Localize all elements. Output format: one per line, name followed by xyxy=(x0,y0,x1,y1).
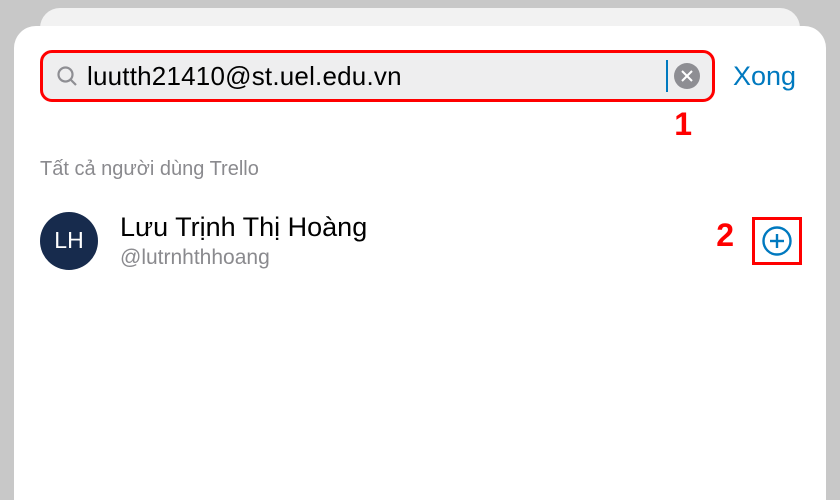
avatar: LH xyxy=(40,212,98,270)
user-name: Lưu Trịnh Thị Hoàng xyxy=(120,211,752,243)
close-icon xyxy=(681,70,693,82)
invite-modal: Xong 1 Tất cả người dùng Trello LH Lưu T… xyxy=(14,26,826,500)
annotation-marker-1: 1 xyxy=(674,106,692,143)
annotation-marker-2: 2 xyxy=(716,217,734,254)
search-row: Xong 1 xyxy=(40,50,800,102)
add-button-highlight xyxy=(752,217,802,265)
search-input[interactable] xyxy=(79,61,674,92)
add-user-button[interactable] xyxy=(761,225,793,257)
plus-circle-icon xyxy=(761,225,793,257)
clear-search-button[interactable] xyxy=(674,63,700,89)
search-icon xyxy=(55,64,79,88)
search-box[interactable] xyxy=(40,50,715,102)
text-cursor xyxy=(666,60,668,92)
user-info: Lưu Trịnh Thị Hoàng @lutrnhthhoang xyxy=(120,211,752,270)
user-result-row: LH Lưu Trịnh Thị Hoàng @lutrnhthhoang 2 xyxy=(40,211,800,270)
section-header: Tất cả người dùng Trello xyxy=(40,158,800,181)
user-handle: @lutrnhthhoang xyxy=(120,246,752,270)
done-button[interactable]: Xong xyxy=(733,61,800,92)
